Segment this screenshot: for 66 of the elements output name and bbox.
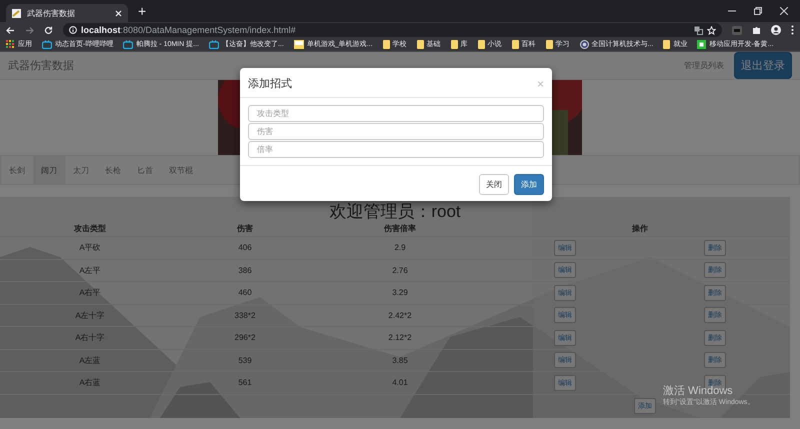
browser-tab[interactable]: 武器伤害数据 bbox=[6, 4, 128, 22]
apps-icon[interactable] bbox=[6, 40, 15, 49]
weapon-tab[interactable]: 双节棍 bbox=[161, 156, 201, 184]
site-title: 武器伤害数据 bbox=[8, 58, 74, 73]
tv-icon bbox=[208, 40, 219, 49]
reload-icon[interactable] bbox=[44, 26, 53, 34]
table-cell: 2.42*2 bbox=[310, 304, 490, 327]
column-header: 操作 bbox=[490, 221, 790, 237]
table-cell: 2.12*2 bbox=[310, 327, 490, 350]
table-cell: 3.85 bbox=[310, 350, 490, 372]
table-cell: 338*2 bbox=[180, 304, 310, 327]
folder-icon bbox=[416, 40, 424, 49]
input-field[interactable]: 伤害 bbox=[248, 123, 544, 140]
folder-icon bbox=[512, 40, 519, 49]
tv-icon bbox=[123, 40, 134, 49]
input-field[interactable]: 攻击类型 bbox=[248, 105, 544, 122]
menu-icon[interactable] bbox=[791, 25, 794, 35]
close-icon[interactable] bbox=[780, 7, 788, 15]
folder-icon bbox=[478, 40, 485, 49]
url-text: localhost:8080/DataManagementSystem/index.html# bbox=[81, 25, 296, 35]
table-cell: 3.29 bbox=[310, 282, 490, 304]
forward-icon[interactable] bbox=[25, 26, 34, 34]
folder-icon bbox=[450, 40, 458, 49]
folder-icon bbox=[382, 40, 390, 49]
close-icon[interactable] bbox=[115, 10, 122, 16]
app-icon bbox=[697, 40, 706, 49]
page-favicon bbox=[12, 8, 21, 18]
weapon-tab[interactable]: 匕首 bbox=[129, 156, 161, 184]
weapon-tab[interactable]: 长枪 bbox=[97, 156, 129, 184]
nav-link[interactable]: 管理员列表 bbox=[684, 60, 724, 71]
table-cell: 460 bbox=[180, 282, 310, 304]
weapon-tab[interactable]: 阔刀 bbox=[33, 156, 65, 184]
close-button[interactable]: × bbox=[536, 78, 544, 90]
info-icon bbox=[69, 26, 77, 34]
input-field[interactable]: 倍率 bbox=[248, 141, 544, 158]
logout-button[interactable]: 退出登录 bbox=[734, 52, 792, 79]
cancel-button[interactable]: 关闭 bbox=[479, 174, 509, 195]
image-icon bbox=[294, 40, 304, 49]
table-cell: 406 bbox=[180, 237, 310, 260]
restore-icon[interactable] bbox=[754, 7, 762, 15]
weapon-tab[interactable]: 太刀 bbox=[65, 156, 97, 184]
globe-icon bbox=[580, 40, 589, 49]
folder-icon bbox=[663, 40, 670, 49]
profile-icon[interactable] bbox=[771, 25, 781, 35]
tab-title: 武器伤害数据 bbox=[27, 8, 76, 18]
table-cell: 539 bbox=[180, 350, 310, 372]
table-cell: 561 bbox=[180, 372, 310, 394]
column-header: 伤害倍率 bbox=[310, 221, 490, 237]
table-cell: 296*2 bbox=[180, 327, 310, 350]
table-cell: 4.01 bbox=[310, 372, 490, 394]
tv-icon bbox=[42, 40, 52, 49]
table-cell: 2.76 bbox=[310, 260, 490, 282]
table-cell: 2.9 bbox=[310, 237, 490, 260]
weapon-tab[interactable]: 长剑 bbox=[1, 156, 33, 184]
address-bar[interactable]: localhost:8080/DataManagementSystem/index.html# bbox=[63, 23, 722, 37]
submit-button[interactable]: 添加 bbox=[514, 174, 544, 195]
column-header: 伤害 bbox=[180, 221, 310, 237]
star-icon[interactable] bbox=[707, 26, 716, 34]
column-header: 攻击类型 bbox=[0, 221, 180, 237]
translate-icon[interactable] bbox=[694, 26, 703, 34]
folder-icon bbox=[546, 40, 553, 49]
new-tab-button[interactable]: + bbox=[138, 4, 146, 18]
welcome-heading: 欢迎管理员：root bbox=[329, 203, 461, 221]
back-icon[interactable] bbox=[6, 26, 15, 34]
modal-title: 添加招式 bbox=[248, 77, 292, 91]
table-cell: 386 bbox=[180, 260, 310, 282]
